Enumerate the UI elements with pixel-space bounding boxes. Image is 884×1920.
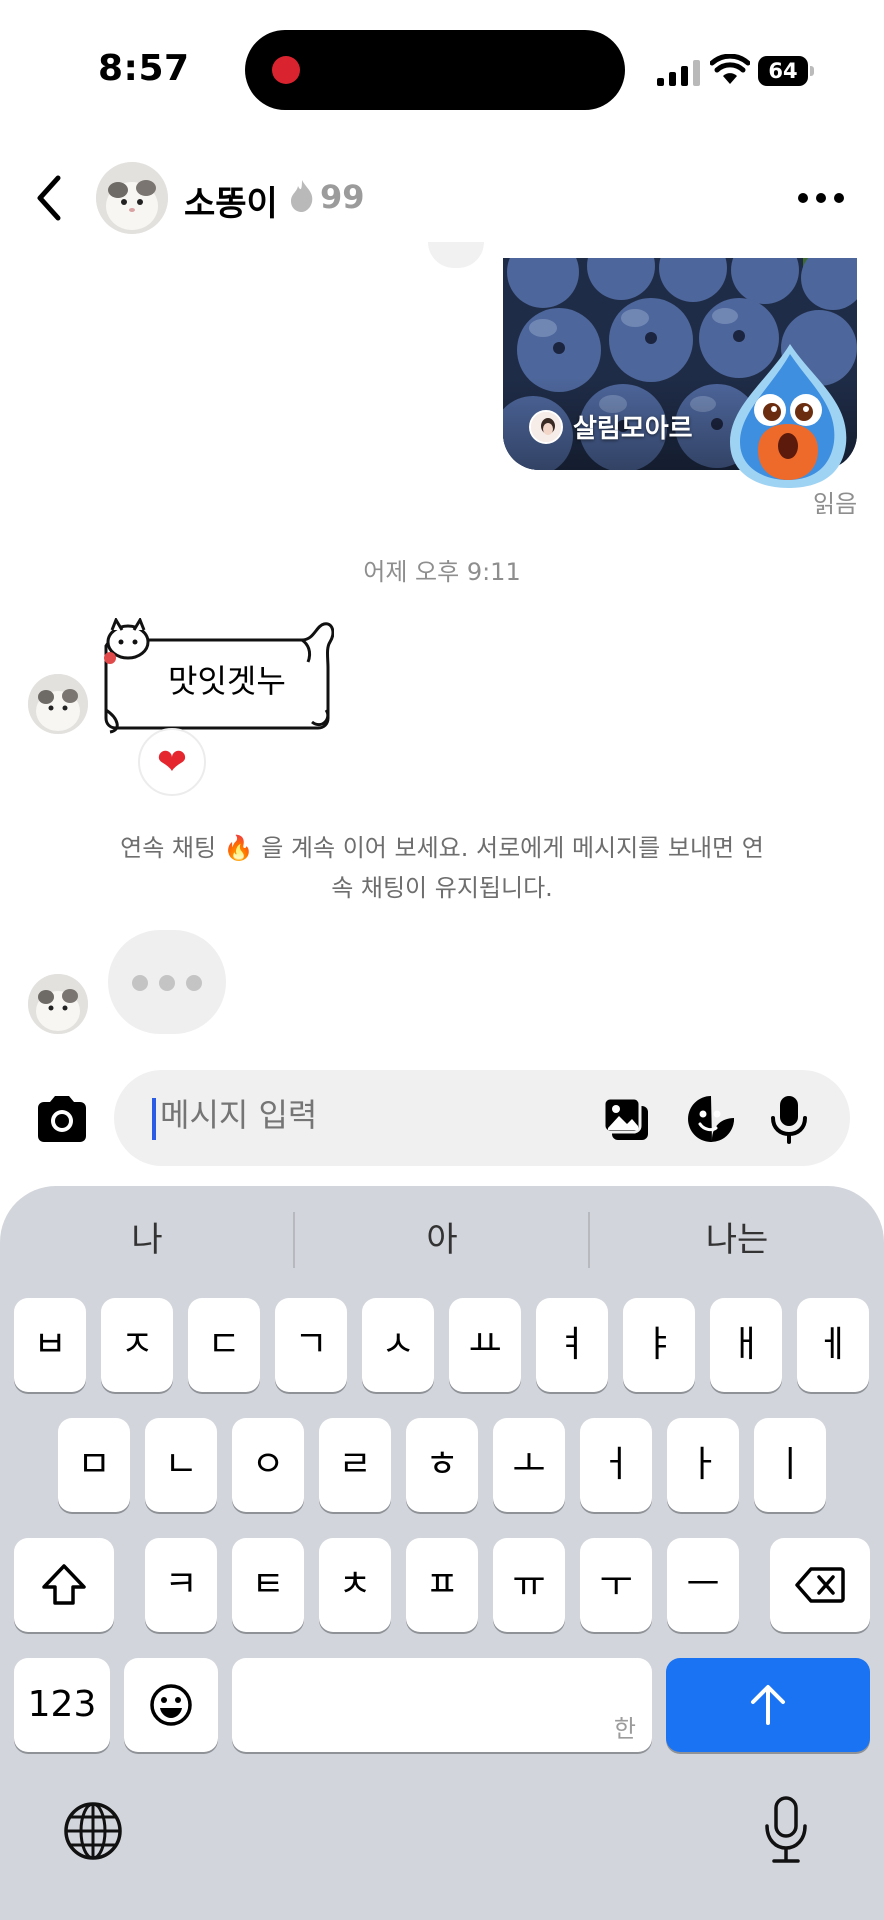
message-input[interactable] [160,1096,540,1134]
streak-count: 99 [320,178,365,216]
key-a[interactable]: ㅏ [667,1418,739,1512]
heart-reaction[interactable]: ❤ [138,728,206,796]
key-eu[interactable]: ㅡ [667,1538,739,1632]
previous-message-edge [428,242,484,268]
key-eo[interactable]: ㅓ [580,1418,652,1512]
space-key[interactable]: 한 [232,1658,652,1752]
key-h[interactable]: ㅎ [406,1418,478,1512]
cellular-signal-icon [657,60,700,86]
shift-key[interactable] [14,1538,114,1632]
post-author-name: 살림모아르 [573,414,693,444]
recording-indicator-icon [272,56,300,84]
contact-name[interactable]: 소똥이 [184,176,278,225]
key-n[interactable]: ㄴ [145,1418,217,1512]
message-composer[interactable] [114,1070,850,1166]
wifi-icon [710,54,750,84]
sticker-icon[interactable] [686,1094,736,1144]
keyboard: 나 아 나는 ㅂ ㅈ ㄷ ㄱ ㅅ ㅛ ㅕ ㅑ ㅐ ㅔ ㅁ ㄴ ㅇ ㄹ ㅎ ㅗ ㅓ… [0,1186,884,1920]
suggestion-2[interactable]: 아 [295,1212,589,1261]
gallery-icon[interactable] [602,1094,652,1144]
text-caret [152,1098,156,1140]
battery-icon: 64 [758,56,814,86]
status-bar: 8:57 64 [0,0,884,140]
post-author[interactable]: 살림모아르 [529,408,693,445]
streak-notice: 연속 채팅 🔥 을 계속 이어 보세요. 서로에게 메시지를 보내면 연 속 채… [100,828,784,908]
key-ng[interactable]: ㅇ [232,1418,304,1512]
key-s[interactable]: ㅅ [362,1298,434,1392]
key-yo[interactable]: ㅛ [449,1298,521,1392]
key-t[interactable]: ㅌ [232,1538,304,1632]
dynamic-island [245,30,625,110]
status-time: 8:57 [98,48,190,89]
sticker-text: 맛잇겟누 [168,662,286,700]
key-ae[interactable]: ㅐ [710,1298,782,1392]
key-m[interactable]: ㅁ [58,1418,130,1512]
chat-header: 소똥이 99 [0,150,884,250]
emoji-key[interactable] [124,1658,218,1752]
arrow-up-icon [751,1685,785,1725]
key-ya[interactable]: ㅑ [623,1298,695,1392]
shift-icon [42,1564,86,1605]
backspace-icon [795,1567,845,1603]
key-j[interactable]: ㅈ [101,1298,173,1392]
key-i[interactable]: ㅣ [754,1418,826,1512]
key-p[interactable]: ㅍ [406,1538,478,1632]
key-r[interactable]: ㄹ [319,1418,391,1512]
key-g[interactable]: ㄱ [275,1298,347,1392]
key-o[interactable]: ㅗ [493,1418,565,1512]
key-e[interactable]: ㅔ [797,1298,869,1392]
suggestion-3[interactable]: 나는 [590,1212,884,1261]
mic-icon[interactable] [764,1094,814,1144]
battery-level: 64 [758,56,808,86]
key-u[interactable]: ㅜ [580,1538,652,1632]
avatar[interactable] [28,974,88,1034]
more-icon[interactable] [795,190,847,206]
numbers-key[interactable]: 123 [14,1658,110,1752]
key-d[interactable]: ㄷ [188,1298,260,1392]
globe-icon[interactable] [62,1800,124,1862]
camera-icon[interactable] [34,1094,90,1144]
send-key[interactable] [666,1658,870,1752]
suggestion-1[interactable]: 나 [0,1212,294,1261]
avatar[interactable] [96,162,168,234]
emoji-icon [150,1684,192,1726]
dictation-mic-icon[interactable] [762,1794,810,1866]
water-drop-sticker-icon [730,344,847,488]
avatar[interactable] [28,674,88,734]
read-receipt: 읽음 [813,490,858,518]
key-b[interactable]: ㅂ [14,1298,86,1392]
streak-notice-line1: 연속 채팅 🔥 을 계속 이어 보세요. 서로에게 메시지를 보내면 연 [120,834,764,862]
space-language-hint: 한 [613,1715,636,1743]
back-chevron-icon[interactable] [30,168,70,228]
key-ch[interactable]: ㅊ [319,1538,391,1632]
typing-indicator [108,930,226,1034]
backspace-key[interactable] [770,1538,870,1632]
streak-notice-line2: 속 채팅이 유지됩니다. [331,874,553,902]
key-yeo[interactable]: ㅕ [536,1298,608,1392]
key-yu[interactable]: ㅠ [493,1538,565,1632]
message-timestamp: 어제 오후 9:11 [363,558,521,586]
key-k[interactable]: ㅋ [145,1538,217,1632]
post-author-avatar [529,409,563,444]
flame-icon [291,180,313,212]
